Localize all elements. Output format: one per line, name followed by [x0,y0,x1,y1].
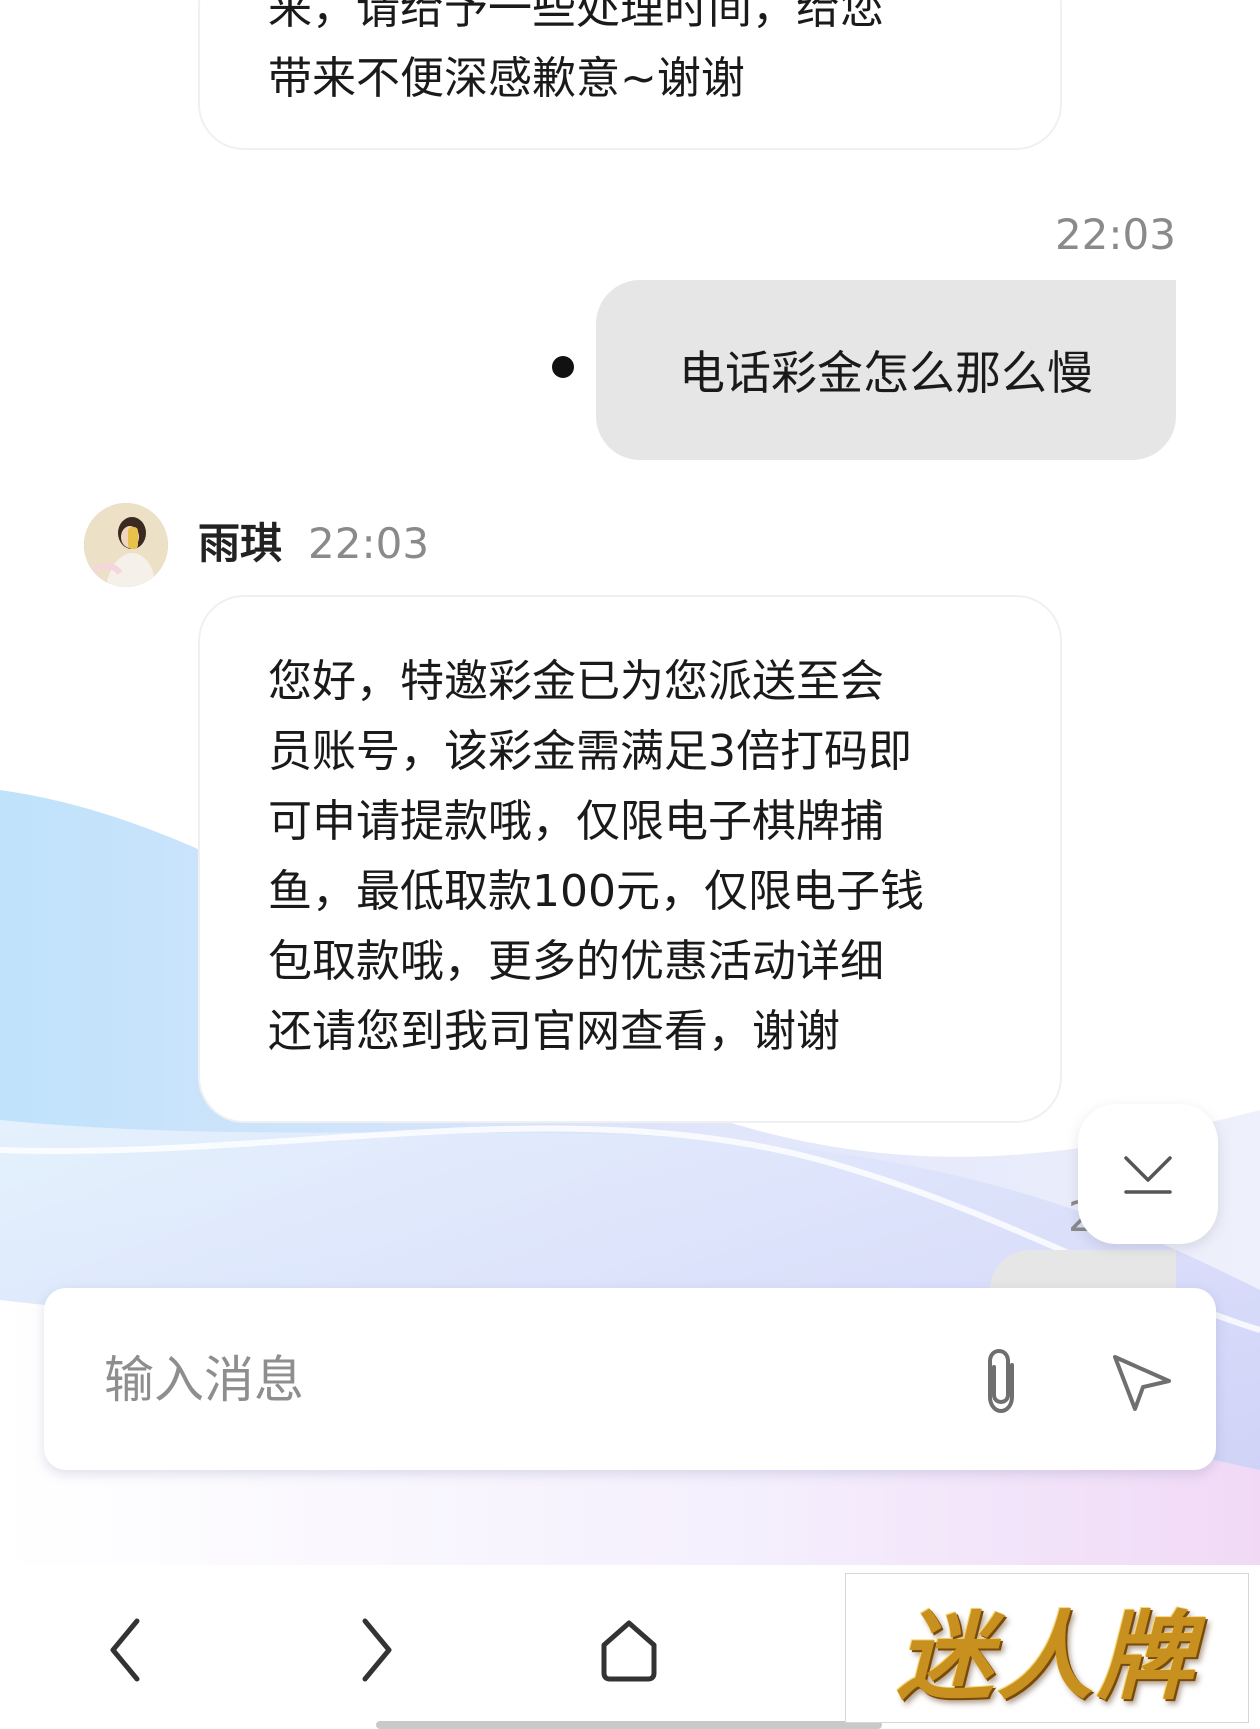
scroll-to-bottom-icon [1124,1156,1172,1194]
unread-dot-icon [552,356,574,378]
message-text: 您好，特邀彩金已为您派送至会 员账号，该彩金需满足3倍打码即 可申请提款哦，仅限… [268,656,924,1057]
back-button[interactable] [70,1595,180,1705]
message-timestamp: 22:03 [1054,210,1176,259]
send-icon [1113,1355,1171,1411]
message-bubble-incoming[interactable]: 您好，特邀彩金已为您派送至会 员账号，该彩金需满足3倍打码即 可申请提款哦，仅限… [198,595,1062,1123]
message-composer [44,1288,1216,1470]
back-chevron-icon [110,1618,140,1682]
message-input[interactable] [102,1336,906,1424]
message-timestamp: 22:03 [308,519,430,568]
paperclip-icon [988,1348,1014,1414]
scroll-to-bottom-button[interactable] [1078,1104,1218,1244]
home-button[interactable] [574,1595,684,1705]
forward-chevron-icon [362,1618,392,1682]
forward-button[interactable] [322,1595,432,1705]
watermark-logo: 迷人牌 [845,1573,1249,1723]
watermark-logo-text: 迷人牌 [897,1599,1197,1713]
avatar-image-icon [84,503,168,587]
send-button[interactable] [1092,1332,1192,1432]
message-bubble-outgoing[interactable]: 电话彩金怎么那么慢 [596,280,1176,460]
attach-button[interactable] [956,1332,1046,1432]
sender-name: 雨琪 [198,519,283,568]
avatar[interactable] [84,503,168,587]
message-bubble-incoming-previous: 来，请给予一些处理时间，给您 带来不便深感歉意~谢谢 [198,0,1062,150]
home-icon [601,1620,657,1682]
message-text: 电话彩金怎么那么慢 [679,346,1093,400]
message-text: 来，请给予一些处理时间，给您 带来不便深感歉意~谢谢 [268,0,884,104]
